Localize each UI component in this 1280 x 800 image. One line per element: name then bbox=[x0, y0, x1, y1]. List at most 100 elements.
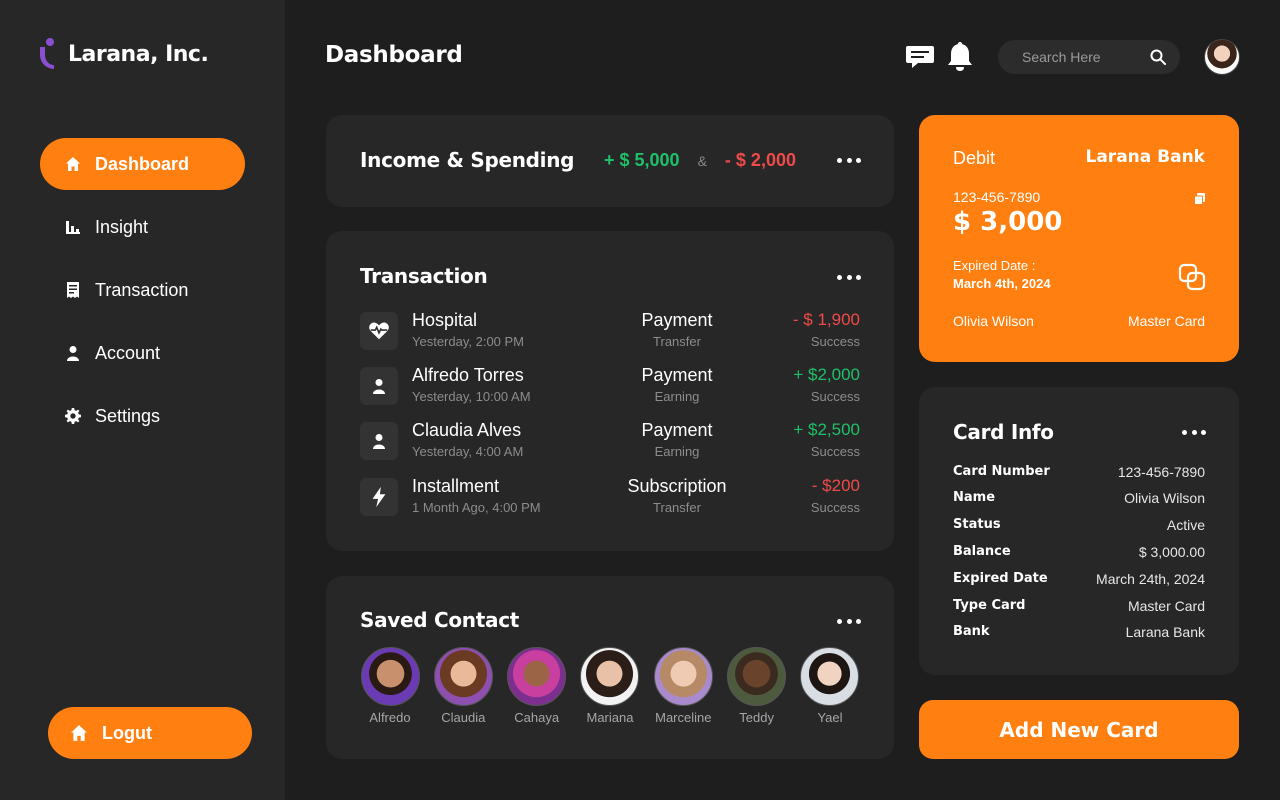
sidebar-item-label: Account bbox=[95, 342, 161, 363]
card-copy-icon[interactable] bbox=[1178, 263, 1206, 291]
brand-logo[interactable]: Larana, Inc. bbox=[40, 38, 209, 70]
transaction-time: Yesterday, 2:00 PM bbox=[412, 334, 525, 349]
info-row: Name Olivia Wilson bbox=[953, 490, 1205, 506]
sidebar-item-label: Settings bbox=[95, 405, 161, 426]
transaction-amount: + $2,500 bbox=[793, 420, 860, 439]
home-icon bbox=[64, 155, 82, 173]
heart-pulse-icon bbox=[360, 312, 398, 350]
transaction-row[interactable]: Installment 1 Month Ago, 4:00 PM Subscri… bbox=[360, 476, 860, 517]
transaction-name: Claudia Alves bbox=[412, 420, 522, 440]
receipt-icon bbox=[64, 281, 82, 299]
info-value: March 24th, 2024 bbox=[1096, 571, 1205, 587]
transaction-category: Payment bbox=[641, 365, 713, 385]
info-value: Active bbox=[1166, 517, 1205, 533]
transaction-category: Payment bbox=[641, 310, 713, 330]
transaction-status: Success bbox=[810, 444, 860, 459]
card-network: Master Card bbox=[1127, 313, 1205, 329]
contact-name: Teddy bbox=[739, 710, 774, 725]
info-row: Expired Date March 24th, 2024 bbox=[953, 571, 1205, 587]
transaction-row[interactable]: Alfredo Torres Yesterday, 10:00 AM Payme… bbox=[360, 365, 860, 406]
card-owner: Olivia Wilson bbox=[953, 313, 1034, 329]
brand-name: Larana, Inc. bbox=[68, 41, 209, 67]
transaction-amount: + $2,000 bbox=[793, 365, 860, 384]
spending-value: - $ 2,000 bbox=[724, 150, 796, 170]
more-options-icon[interactable] bbox=[837, 153, 861, 167]
more-options-icon[interactable] bbox=[837, 270, 861, 284]
separator: & bbox=[697, 152, 707, 169]
contact-item[interactable]: Claudia bbox=[433, 647, 493, 725]
saved-contact-title: Saved Contact bbox=[360, 608, 520, 632]
sidebar-item-dashboard[interactable]: Dashboard bbox=[40, 138, 245, 190]
transaction-status: Success bbox=[810, 334, 860, 349]
transaction-status: Success bbox=[810, 389, 860, 404]
user-avatar[interactable] bbox=[1204, 39, 1240, 75]
card-type: Debit bbox=[953, 148, 996, 168]
income-spending-title: Income & Spending bbox=[360, 148, 575, 172]
contact-avatar bbox=[653, 647, 713, 706]
income-value: + $ 5,000 bbox=[604, 150, 680, 170]
bell-icon[interactable] bbox=[945, 40, 975, 72]
transaction-type: Transfer bbox=[653, 500, 701, 515]
contact-item[interactable]: Alfredo bbox=[360, 647, 420, 725]
info-label: Type Card bbox=[953, 598, 1026, 613]
contact-avatar bbox=[433, 647, 493, 706]
info-value: Master Card bbox=[1127, 598, 1205, 614]
user-icon bbox=[360, 367, 398, 405]
search-icon[interactable] bbox=[1150, 49, 1166, 65]
info-row: Status Active bbox=[953, 517, 1205, 533]
lightning-icon bbox=[360, 478, 398, 516]
contact-name: Yael bbox=[817, 710, 843, 725]
logout-button[interactable]: Logut bbox=[48, 707, 252, 759]
transaction-name: Installment bbox=[412, 476, 500, 496]
search-input[interactable] bbox=[1022, 49, 1142, 65]
transaction-title: Transaction bbox=[360, 264, 488, 288]
more-options-icon[interactable] bbox=[1182, 425, 1206, 439]
transaction-row[interactable]: Hospital Yesterday, 2:00 PM Payment Tran… bbox=[360, 310, 860, 351]
info-label: Card Number bbox=[953, 464, 1050, 479]
card-info-title: Card Info bbox=[953, 420, 1054, 444]
contact-name: Claudia bbox=[441, 710, 486, 725]
user-icon bbox=[360, 422, 398, 460]
user-icon bbox=[64, 344, 82, 362]
transaction-category: Subscription bbox=[627, 476, 727, 496]
info-value: Olivia Wilson bbox=[1124, 490, 1205, 506]
sidebar-item-settings[interactable]: Settings bbox=[40, 390, 245, 442]
chat-icon[interactable] bbox=[905, 40, 935, 72]
card-balance: $ 3,000 bbox=[953, 207, 1063, 237]
info-value: 123-456-7890 bbox=[1117, 464, 1205, 480]
sidebar: Larana, Inc. Dashboard Insight Transacti… bbox=[0, 0, 285, 800]
home-icon bbox=[71, 725, 87, 741]
more-options-icon[interactable] bbox=[837, 614, 861, 628]
sidebar-item-account[interactable]: Account bbox=[40, 327, 245, 379]
income-spending-card: Income & Spending + $ 5,000 & - $ 2,000 bbox=[326, 115, 894, 207]
contact-avatar bbox=[727, 647, 787, 706]
card-expired-date: March 4th, 2024 bbox=[953, 276, 1051, 291]
saved-contact-card: Saved Contact Alfredo Claudia Cahaya Mar… bbox=[326, 576, 894, 759]
copy-icon[interactable] bbox=[1194, 193, 1206, 205]
info-label: Bank bbox=[953, 624, 990, 639]
sidebar-item-insight[interactable]: Insight bbox=[40, 201, 245, 253]
add-new-card-button[interactable]: Add New Card bbox=[919, 700, 1239, 759]
card-info-card: Card Info Card Number 123-456-7890 Name … bbox=[919, 387, 1239, 675]
search-bar bbox=[998, 40, 1180, 74]
info-row: Card Number 123-456-7890 bbox=[953, 464, 1205, 480]
contact-avatar bbox=[507, 647, 567, 706]
info-row: Bank Larana Bank bbox=[953, 624, 1205, 640]
contact-item[interactable]: Cahaya bbox=[507, 647, 567, 725]
info-value: Larana Bank bbox=[1125, 624, 1205, 640]
contact-name: Mariana bbox=[586, 710, 634, 725]
logout-label: Logut bbox=[102, 722, 152, 743]
bar-chart-icon bbox=[64, 218, 82, 236]
sidebar-item-transaction[interactable]: Transaction bbox=[40, 264, 245, 316]
card-bank: Larana Bank bbox=[1085, 147, 1206, 167]
contact-item[interactable]: Yael bbox=[800, 647, 860, 725]
debit-card[interactable]: Debit Larana Bank 123-456-7890 $ 3,000 E… bbox=[919, 115, 1239, 362]
transaction-amount: - $200 bbox=[811, 476, 860, 495]
brand-mark-icon bbox=[40, 38, 58, 70]
transaction-time: Yesterday, 10:00 AM bbox=[412, 389, 531, 404]
sidebar-item-label: Transaction bbox=[95, 279, 189, 300]
contact-item[interactable]: Marceline bbox=[653, 647, 713, 725]
contact-item[interactable]: Teddy bbox=[727, 647, 787, 725]
transaction-row[interactable]: Claudia Alves Yesterday, 4:00 AM Payment… bbox=[360, 420, 860, 461]
contact-item[interactable]: Mariana bbox=[580, 647, 640, 725]
